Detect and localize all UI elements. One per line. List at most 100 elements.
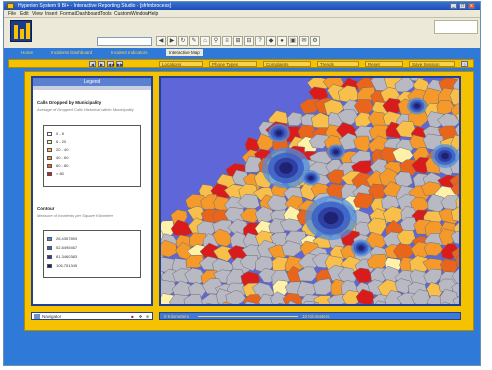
- maximize-button[interactable]: □: [459, 3, 466, 9]
- contour-ring: [323, 211, 339, 225]
- locations-dropdown[interactable]: Locations: [159, 61, 203, 67]
- collapse-icon[interactable]: ⊟: [244, 36, 254, 46]
- layer1-swatch: [47, 156, 52, 160]
- application-window: Hyperion System 9 BI+ - Interactive Repo…: [3, 1, 481, 366]
- layer2-swatch: [47, 237, 52, 241]
- menu-format[interactable]: Format: [60, 10, 76, 18]
- help-button[interactable]: ?: [461, 61, 468, 67]
- scale-end-label: 10 Kilometers: [302, 314, 330, 319]
- navigator-zoom-icon[interactable]: ⊕: [145, 314, 150, 319]
- menu-window[interactable]: Window: [131, 10, 149, 18]
- zoom-icon[interactable]: ⚲: [211, 36, 221, 46]
- menu-insert[interactable]: Insert: [45, 10, 58, 18]
- scale-start-label: 0 Kilometers: [164, 314, 190, 319]
- app-icon: [7, 3, 14, 9]
- menu-view[interactable]: View: [32, 10, 43, 18]
- window-title: Hyperion System 9 BI+ - Interactive Repo…: [18, 3, 171, 9]
- layer1-swatch: [47, 148, 52, 152]
- navigator-bar: Navigator ■ ✥ ⊕: [31, 312, 153, 320]
- legend-toolbar: [33, 86, 151, 90]
- menu-edit[interactable]: Edit: [20, 10, 29, 18]
- help-icon[interactable]: ?: [255, 36, 265, 46]
- trends-dropdown[interactable]: Trends: [317, 61, 359, 67]
- tab-incident-indicators[interactable]: Incident Indicators: [108, 49, 151, 56]
- reset-button[interactable]: Reset: [365, 61, 403, 67]
- layer2-class-label: 81.3460383: [56, 254, 78, 259]
- contour-ring: [279, 162, 293, 174]
- first-button[interactable]: ◀◀: [107, 61, 114, 67]
- legend-title: Legend: [33, 78, 151, 86]
- toolbar: ◀ ▶ ↻ ✎ ⌂ ⚲ ≡ ⊞ ⊟ ? ◆ ● ▣ ✉ ⚙: [4, 18, 480, 48]
- phone-types-dropdown[interactable]: Phone Types: [209, 61, 257, 67]
- layer2-swatch: [47, 264, 52, 268]
- home-icon[interactable]: ⌂: [200, 36, 210, 46]
- prev-button[interactable]: ◀: [89, 61, 96, 67]
- navigator-label: Navigator: [42, 314, 62, 319]
- map-canvas[interactable]: [161, 78, 459, 304]
- expand-icon[interactable]: ⊞: [233, 36, 243, 46]
- layer1-class-label: 20 - 40: [56, 147, 69, 152]
- complaints-dropdown[interactable]: Complaints: [263, 61, 311, 67]
- menu-file[interactable]: File: [8, 10, 16, 18]
- tab-interactive-map[interactable]: Interactive Map: [166, 49, 203, 56]
- contour-ring: [275, 130, 283, 136]
- navigator-stop-icon[interactable]: ■: [130, 314, 135, 319]
- list-icon[interactable]: ≡: [222, 36, 232, 46]
- refresh-icon[interactable]: ↻: [178, 36, 188, 46]
- layer1-heading: Calls Dropped by Municipality: [37, 100, 102, 105]
- back-icon[interactable]: ◀: [156, 36, 166, 46]
- choropleth-map[interactable]: [159, 76, 461, 306]
- globe-icon[interactable]: ●: [277, 36, 287, 46]
- filter-bar: ◀ ▶ ◀◀ ▶▶ Locations Phone Types Complain…: [8, 59, 474, 68]
- scale-line: [198, 316, 298, 317]
- layer1-swatch: [47, 172, 52, 176]
- layer1-class-label: 60 - 80: [56, 163, 69, 168]
- layer1-class-label: 0 - 6: [56, 131, 65, 136]
- contour-ring: [333, 149, 339, 155]
- municipality-polygon[interactable]: [353, 135, 371, 153]
- layer2-swatch: [47, 246, 52, 250]
- contour-ring: [358, 245, 364, 251]
- dashboard-frame: Legend Calls Dropped by Municipality Ave…: [24, 71, 474, 331]
- layer2-swatch: [47, 255, 52, 259]
- address-input[interactable]: [97, 37, 152, 46]
- legend-panel: Legend Calls Dropped by Municipality Ave…: [31, 76, 153, 306]
- menu-help[interactable]: Help: [148, 10, 158, 18]
- tab-strip: Home Incidents Dashboard Incident Indica…: [4, 48, 480, 56]
- layer2-class-label: 26.4357893: [56, 236, 78, 241]
- minimize-button[interactable]: _: [450, 3, 457, 9]
- menu-custom[interactable]: Custom: [114, 10, 131, 18]
- close-button[interactable]: x: [468, 3, 475, 9]
- toolbar-right-box: [434, 20, 478, 34]
- mail-icon[interactable]: ✉: [299, 36, 309, 46]
- menu-tools[interactable]: Tools: [100, 10, 112, 18]
- screen: Hyperion System 9 BI+ - Interactive Repo…: [0, 0, 492, 370]
- brand-logo: [10, 20, 32, 42]
- title-bar[interactable]: Hyperion System 9 BI+ - Interactive Repo…: [4, 2, 480, 10]
- last-button[interactable]: ▶▶: [116, 61, 123, 67]
- layer1-swatch: [47, 140, 52, 144]
- settings-icon[interactable]: ⚙: [310, 36, 320, 46]
- layer1-class-label: 40 - 60: [56, 155, 69, 160]
- municipality-polygon[interactable]: [423, 268, 442, 285]
- save-session-button[interactable]: Save Session: [409, 61, 455, 67]
- navigator-pan-icon[interactable]: ✥: [138, 314, 143, 319]
- edit-icon[interactable]: ✎: [189, 36, 199, 46]
- navigator-icon: [34, 314, 40, 319]
- layer2-class-label: 106.751345: [56, 263, 78, 268]
- tab-home[interactable]: Home: [18, 49, 36, 56]
- forward-icon[interactable]: ▶: [167, 36, 177, 46]
- layer1-swatch: [47, 132, 52, 136]
- contour-ring: [308, 175, 314, 181]
- shape-icon[interactable]: ◆: [266, 36, 276, 46]
- layer1-class-label: 6 - 20: [56, 139, 67, 144]
- next-button[interactable]: ▶: [98, 61, 105, 67]
- layer1-subtitle: Average of Dropped Calls Historical with…: [37, 107, 134, 112]
- menu-bar: File Edit View Insert Format Dashboard T…: [4, 10, 480, 18]
- map-scale-bar: 0 Kilometers 10 Kilometers: [159, 312, 461, 320]
- layer1-swatch: [47, 164, 52, 168]
- layer1-class-label: > 80: [56, 171, 64, 176]
- menu-dashboard[interactable]: Dashboard: [76, 10, 100, 18]
- tab-incidents-dashboard[interactable]: Incidents Dashboard: [48, 49, 95, 56]
- layer-icon[interactable]: ▣: [288, 36, 298, 46]
